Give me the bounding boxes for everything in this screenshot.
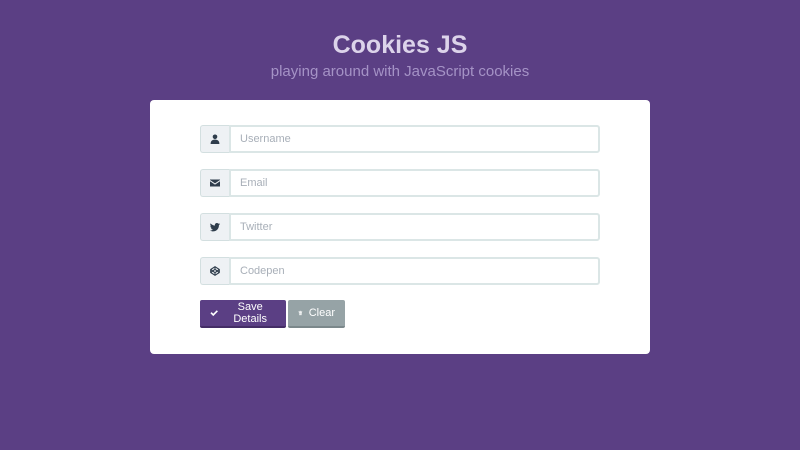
username-input[interactable] [229, 125, 600, 153]
clear-button[interactable]: Clear [288, 300, 345, 328]
twitter-input[interactable] [229, 213, 600, 241]
page-subtitle: playing around with JavaScript cookies [270, 63, 530, 80]
email-field [200, 169, 600, 197]
page-title: Cookies JS [332, 31, 468, 59]
clear-label: Clear [308, 307, 335, 319]
twitter-field [200, 213, 600, 241]
codepen-field [200, 257, 600, 285]
codepen-icon [200, 257, 229, 285]
twitter-icon [200, 213, 229, 241]
user-icon [200, 125, 229, 153]
save-details-label: Save Details [233, 301, 267, 325]
page-header: Cookies JS playing around with JavaScrip… [0, 30, 800, 82]
save-details-button[interactable]: Save Details [200, 300, 286, 328]
email-input[interactable] [229, 169, 600, 197]
envelope-icon [200, 169, 229, 197]
form-card: Save Details Clear [150, 100, 650, 354]
trash-icon [298, 310, 303, 316]
check-icon [210, 310, 218, 317]
username-field [200, 125, 600, 153]
codepen-input[interactable] [229, 257, 600, 285]
